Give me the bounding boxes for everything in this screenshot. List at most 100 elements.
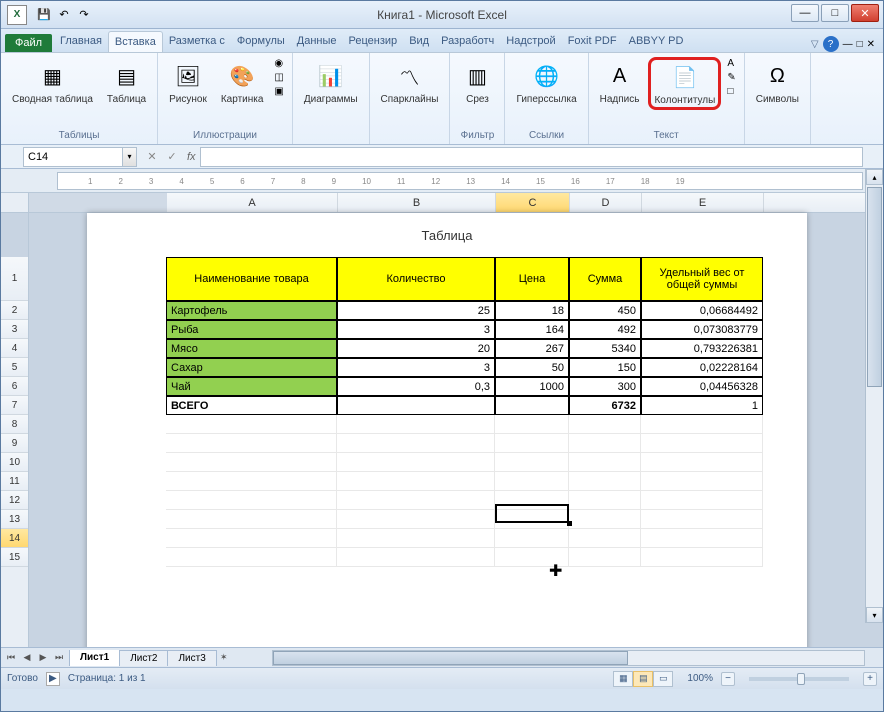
excel-logo-icon[interactable]: X xyxy=(7,5,27,25)
pivot-button[interactable]: ▦Сводная таблица xyxy=(7,57,98,108)
tab-вставка[interactable]: Вставка xyxy=(108,31,163,52)
tab-abbyy pd[interactable]: ABBYY PD xyxy=(623,31,690,52)
empty-cell[interactable] xyxy=(641,491,763,510)
fill-handle[interactable] xyxy=(567,521,572,526)
row-header-10[interactable]: 10 xyxy=(1,453,28,472)
row-header-8[interactable]: 8 xyxy=(1,415,28,434)
table-cell[interactable]: 0,3 xyxy=(337,377,495,396)
empty-cell[interactable] xyxy=(495,434,569,453)
table-header-cell[interactable]: Наименование товара xyxy=(166,257,337,301)
empty-cell[interactable] xyxy=(166,529,337,548)
table-total-cell[interactable]: 6732 xyxy=(569,396,641,415)
sheet-tab-Лист3[interactable]: Лист3 xyxy=(167,650,216,666)
hscroll-thumb[interactable] xyxy=(273,651,628,665)
symbols-button[interactable]: ΩСимволы xyxy=(751,57,804,108)
wordart-button[interactable]: A xyxy=(725,57,737,70)
empty-cell[interactable] xyxy=(337,472,495,491)
empty-cell[interactable] xyxy=(337,491,495,510)
name-box[interactable]: C14 xyxy=(23,147,123,167)
empty-cell[interactable] xyxy=(569,453,641,472)
redo-icon[interactable]: ↷ xyxy=(75,6,93,24)
empty-cell[interactable] xyxy=(641,529,763,548)
data-grid[interactable]: Наименование товараКоличествоЦенаСуммаУд… xyxy=(166,257,807,567)
tab-данные[interactable]: Данные xyxy=(291,31,343,52)
file-tab[interactable]: Файл xyxy=(5,34,52,52)
enter-formula-icon[interactable]: ✓ xyxy=(163,148,181,166)
empty-cell[interactable] xyxy=(641,415,763,434)
next-sheet-button[interactable]: ▶ xyxy=(35,650,51,666)
empty-cell[interactable] xyxy=(495,510,569,529)
sparklines-button[interactable]: 〽Спарклайны xyxy=(376,57,444,108)
clipart-button[interactable]: 🎨Картинка xyxy=(216,57,269,108)
table-cell[interactable]: Чай xyxy=(166,377,337,396)
empty-cell[interactable] xyxy=(495,472,569,491)
minimize-button[interactable]: — xyxy=(791,4,819,22)
table-cell[interactable]: 300 xyxy=(569,377,641,396)
sigline-button[interactable]: ✎ xyxy=(725,71,737,84)
fx-label[interactable]: fx xyxy=(187,151,196,163)
col-header-A[interactable]: A xyxy=(167,193,338,212)
minimize-ribbon-icon[interactable]: ▽ xyxy=(811,39,819,50)
select-all-corner[interactable] xyxy=(1,193,28,213)
row-header-5[interactable]: 5 xyxy=(1,358,28,377)
empty-cell[interactable] xyxy=(641,548,763,567)
row-header-6[interactable]: 6 xyxy=(1,377,28,396)
row-header-14[interactable]: 14 xyxy=(1,529,28,548)
empty-cell[interactable] xyxy=(166,434,337,453)
empty-cell[interactable] xyxy=(569,415,641,434)
zoom-level[interactable]: 100% xyxy=(687,673,713,684)
vertical-scrollbar[interactable]: ▴ ▾ xyxy=(865,169,883,623)
empty-cell[interactable] xyxy=(337,548,495,567)
sheet-tab-Лист2[interactable]: Лист2 xyxy=(119,650,168,666)
empty-cell[interactable] xyxy=(337,510,495,529)
row-header-11[interactable]: 11 xyxy=(1,472,28,491)
screenshot-button[interactable]: ▣ xyxy=(272,85,285,98)
empty-cell[interactable] xyxy=(166,548,337,567)
cancel-formula-icon[interactable]: ✕ xyxy=(143,148,161,166)
table-cell[interactable]: Рыба xyxy=(166,320,337,339)
undo-icon[interactable]: ↶ xyxy=(55,6,73,24)
table-cell[interactable]: 3 xyxy=(337,358,495,377)
first-sheet-button[interactable]: ⏮ xyxy=(3,650,19,666)
table-header-cell[interactable]: Удельный вес от общей суммы xyxy=(641,257,763,301)
page-break-view-button[interactable]: ▭ xyxy=(653,671,673,687)
empty-cell[interactable] xyxy=(337,415,495,434)
col-header-C[interactable]: C xyxy=(496,193,570,212)
empty-cell[interactable] xyxy=(166,491,337,510)
name-box-dropdown[interactable]: ▾ xyxy=(123,147,137,167)
page-layout-view-button[interactable]: ▤ xyxy=(633,671,653,687)
col-header-B[interactable]: B xyxy=(338,193,496,212)
object-button[interactable]: □ xyxy=(725,85,737,98)
zoom-thumb[interactable] xyxy=(797,673,805,685)
table-cell[interactable]: 20 xyxy=(337,339,495,358)
row-header-2[interactable]: 2 xyxy=(1,301,28,320)
help-icon[interactable]: ? xyxy=(823,36,839,52)
table-header-cell[interactable]: Количество xyxy=(337,257,495,301)
empty-cell[interactable] xyxy=(337,434,495,453)
tab-надстрой[interactable]: Надстрой xyxy=(500,31,561,52)
empty-cell[interactable] xyxy=(641,510,763,529)
row-header-9[interactable]: 9 xyxy=(1,434,28,453)
row-header-7[interactable]: 7 xyxy=(1,396,28,415)
table-cell[interactable]: Картофель xyxy=(166,301,337,320)
table-cell[interactable]: 25 xyxy=(337,301,495,320)
horizontal-scrollbar[interactable] xyxy=(272,650,865,666)
table-cell[interactable]: 267 xyxy=(495,339,569,358)
table-cell[interactable]: 0,04456328 xyxy=(641,377,763,396)
row-header-15[interactable]: 15 xyxy=(1,548,28,567)
tab-вид[interactable]: Вид xyxy=(403,31,435,52)
zoom-slider[interactable] xyxy=(749,677,849,681)
table-cell[interactable]: 492 xyxy=(569,320,641,339)
table-cell[interactable]: 0,02228164 xyxy=(641,358,763,377)
table-total-cell[interactable] xyxy=(495,396,569,415)
last-sheet-button[interactable]: ⏭ xyxy=(51,650,67,666)
table-total-cell[interactable] xyxy=(337,396,495,415)
row-header-1[interactable]: 1 xyxy=(1,257,28,301)
empty-cell[interactable] xyxy=(641,472,763,491)
new-sheet-button[interactable]: ✶ xyxy=(216,650,232,666)
charts-button[interactable]: 📊Диаграммы xyxy=(299,57,363,108)
window-close-icon[interactable]: ✕ xyxy=(867,39,875,50)
table-cell[interactable]: 5340 xyxy=(569,339,641,358)
prev-sheet-button[interactable]: ◀ xyxy=(19,650,35,666)
vscroll-thumb[interactable] xyxy=(867,187,882,387)
